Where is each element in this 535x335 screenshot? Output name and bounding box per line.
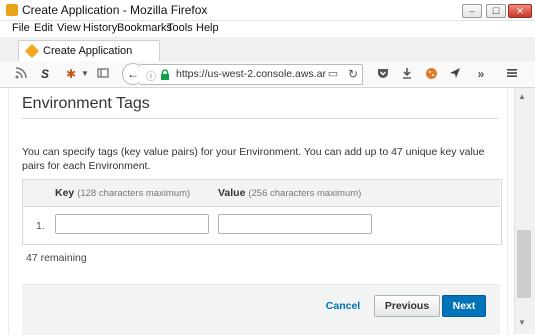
next-button[interactable]: Next	[442, 295, 486, 317]
secure-lock-icon[interactable]	[160, 68, 170, 86]
value-header-label: Value	[218, 187, 246, 199]
tab-create-application[interactable]: Create Application	[18, 40, 160, 62]
overflow-chevron-icon[interactable]: »	[474, 67, 488, 81]
key-header-hint: (128 characters maximum)	[77, 188, 191, 199]
rss-icon[interactable]	[14, 67, 28, 81]
menu-bookmarks[interactable]: Bookmarks	[117, 22, 172, 34]
extension-cookie-icon[interactable]	[424, 67, 438, 81]
close-window-button[interactable]: ✕	[508, 4, 532, 18]
menu-view[interactable]: View	[57, 22, 81, 34]
menu-tools[interactable]: Tools	[167, 22, 193, 34]
menu-history[interactable]: History	[83, 22, 117, 34]
reader-view-icon[interactable]: ▭	[326, 67, 340, 81]
firefox-app-icon	[6, 4, 18, 16]
window-title: Create Application - Mozilla Firefox	[22, 3, 208, 17]
key-header-label: Key	[55, 187, 75, 199]
cancel-button[interactable]: Cancel	[318, 295, 368, 317]
section-divider	[22, 118, 498, 119]
extension-s-icon[interactable]: S	[38, 67, 52, 81]
send-icon[interactable]	[448, 67, 462, 81]
section-title: Environment Tags	[22, 95, 150, 112]
remaining-count: 47 remaining	[26, 252, 87, 264]
tab-strip: Create Application	[0, 37, 535, 62]
hamburger-menu-icon[interactable]	[505, 67, 519, 81]
tab-label: Create Application	[43, 45, 133, 57]
nav-toolbar: S ✱ ▼ ← ⓘ https://us-west-2.console.aws.…	[0, 61, 535, 88]
menu-help[interactable]: Help	[196, 22, 219, 34]
previous-button[interactable]: Previous	[374, 295, 440, 317]
tag-key-input[interactable]	[55, 214, 209, 234]
tag-row-index: 1.	[36, 220, 45, 232]
scroll-down-arrow-icon[interactable]: ▼	[518, 318, 526, 327]
url-text: https://us-west-2.console.aws.ar	[176, 68, 326, 80]
downloads-icon[interactable]	[400, 67, 414, 81]
scroll-up-arrow-icon[interactable]: ▲	[518, 92, 526, 101]
menu-file[interactable]: File	[12, 22, 30, 34]
value-header-hint: (256 characters maximum)	[248, 188, 362, 199]
tag-value-input[interactable]	[218, 214, 372, 234]
back-arrow-icon: ←	[127, 67, 139, 81]
extension-puzzle-icon[interactable]: ✱	[64, 67, 78, 81]
menu-bar: File Edit View History Bookmarks Tools H…	[0, 21, 535, 37]
aws-favicon-icon	[24, 43, 40, 59]
minimize-button[interactable]: –	[462, 4, 482, 18]
scrollbar-thumb[interactable]	[517, 230, 531, 298]
menu-edit[interactable]: Edit	[34, 22, 53, 34]
key-column-header: Key (128 characters maximum)	[55, 187, 190, 199]
section-description: You can specify tags (key value pairs) f…	[22, 146, 485, 172]
info-icon[interactable]: ⓘ	[146, 68, 156, 83]
sidebar-toggle-icon[interactable]	[96, 67, 110, 81]
value-column-header: Value (256 characters maximum)	[218, 187, 361, 199]
maximize-button[interactable]: ☐	[486, 4, 506, 18]
reload-icon[interactable]: ↻	[346, 67, 360, 81]
pocket-icon[interactable]	[376, 67, 390, 81]
extension-dropdown-icon[interactable]: ▼	[78, 67, 92, 81]
